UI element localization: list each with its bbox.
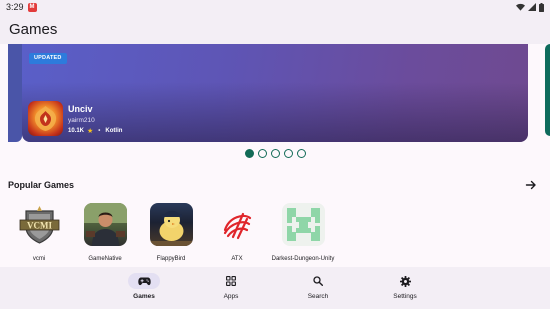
carousel-previous-card[interactable] — [8, 44, 22, 142]
game-item-flappybird[interactable]: FlappyBird — [141, 203, 201, 263]
pager-dot[interactable] — [297, 149, 306, 158]
nav-label: Apps — [223, 293, 239, 300]
signal-icon — [528, 3, 536, 11]
nav-label: Search — [307, 293, 329, 300]
game-item-vcmi[interactable]: VCMI vcmi — [9, 203, 69, 263]
arrow-right-icon[interactable] — [525, 179, 537, 191]
game-item-gamenative[interactable]: GameNative — [75, 203, 135, 263]
nav-label: Games — [133, 293, 155, 300]
language-label: Kotlin — [105, 128, 123, 134]
nav-item-apps[interactable]: Apps — [201, 267, 261, 300]
featured-app-developer: yairm210 — [68, 117, 95, 124]
popular-games-row: VCMI vcmi GameNative FlappyBird ATX Dark… — [0, 203, 550, 269]
pager-dot[interactable] — [284, 149, 293, 158]
nav-item-search[interactable]: Search — [288, 267, 348, 300]
nav-indicator — [389, 273, 421, 289]
gamepad-icon — [137, 277, 151, 285]
pager-dot[interactable] — [258, 149, 267, 158]
gear-icon — [399, 275, 411, 287]
darkest-dungeon-identicon — [281, 203, 325, 246]
unciv-app-icon[interactable] — [28, 101, 63, 136]
battery-icon — [539, 2, 544, 12]
star-icon: ★ — [87, 128, 94, 135]
nav-item-games[interactable]: Games — [114, 267, 174, 300]
nav-label: Settings — [393, 293, 417, 300]
svg-text:VCMI: VCMI — [27, 221, 52, 231]
nav-item-settings[interactable]: Settings — [375, 267, 435, 300]
game-item-atx[interactable]: ATX — [207, 203, 267, 263]
nav-indicator — [128, 273, 160, 289]
atx-logo-icon — [215, 203, 259, 246]
carousel-pager — [245, 149, 306, 158]
game-label: GameNative — [88, 256, 122, 262]
game-label: FlappyBird — [156, 256, 186, 262]
notification-icon: M — [27, 2, 37, 12]
page-title: Games — [9, 20, 58, 38]
game-item-darkest-dungeon-unity[interactable]: Darkest-Dungeon-Unity — [272, 203, 334, 263]
nav-indicator — [302, 273, 334, 289]
featured-app-meta: 10.1K ★ • Kotlin — [68, 127, 122, 135]
status-time: 3:29 — [6, 2, 24, 12]
vcmi-logo-icon: VCMI — [18, 203, 61, 246]
nav-indicator — [215, 273, 247, 289]
meta-separator: • — [98, 128, 101, 134]
pager-dot[interactable] — [271, 149, 280, 158]
game-label: ATX — [231, 256, 243, 262]
download-count: 10.1K — [68, 128, 85, 134]
game-label: vcmi — [32, 256, 46, 262]
wifi-icon — [516, 3, 525, 11]
section-title-popular-games: Popular Games — [8, 180, 75, 190]
carousel-next-card[interactable] — [545, 44, 550, 136]
bottom-navigation: Games Apps Search Settings — [0, 267, 550, 309]
status-bar: 3:29 M — [0, 0, 550, 14]
featured-app-name: Unciv — [68, 104, 93, 114]
top-app-bar: Games — [0, 14, 550, 44]
apps-grid-icon — [226, 276, 236, 286]
updated-badge: UPDATED — [29, 53, 67, 64]
gamenative-avatar-icon — [83, 203, 127, 246]
search-icon — [313, 276, 323, 286]
pager-dot[interactable] — [245, 149, 254, 158]
game-label: Darkest-Dungeon-Unity — [271, 256, 335, 262]
flappybird-chick-icon — [149, 203, 193, 246]
